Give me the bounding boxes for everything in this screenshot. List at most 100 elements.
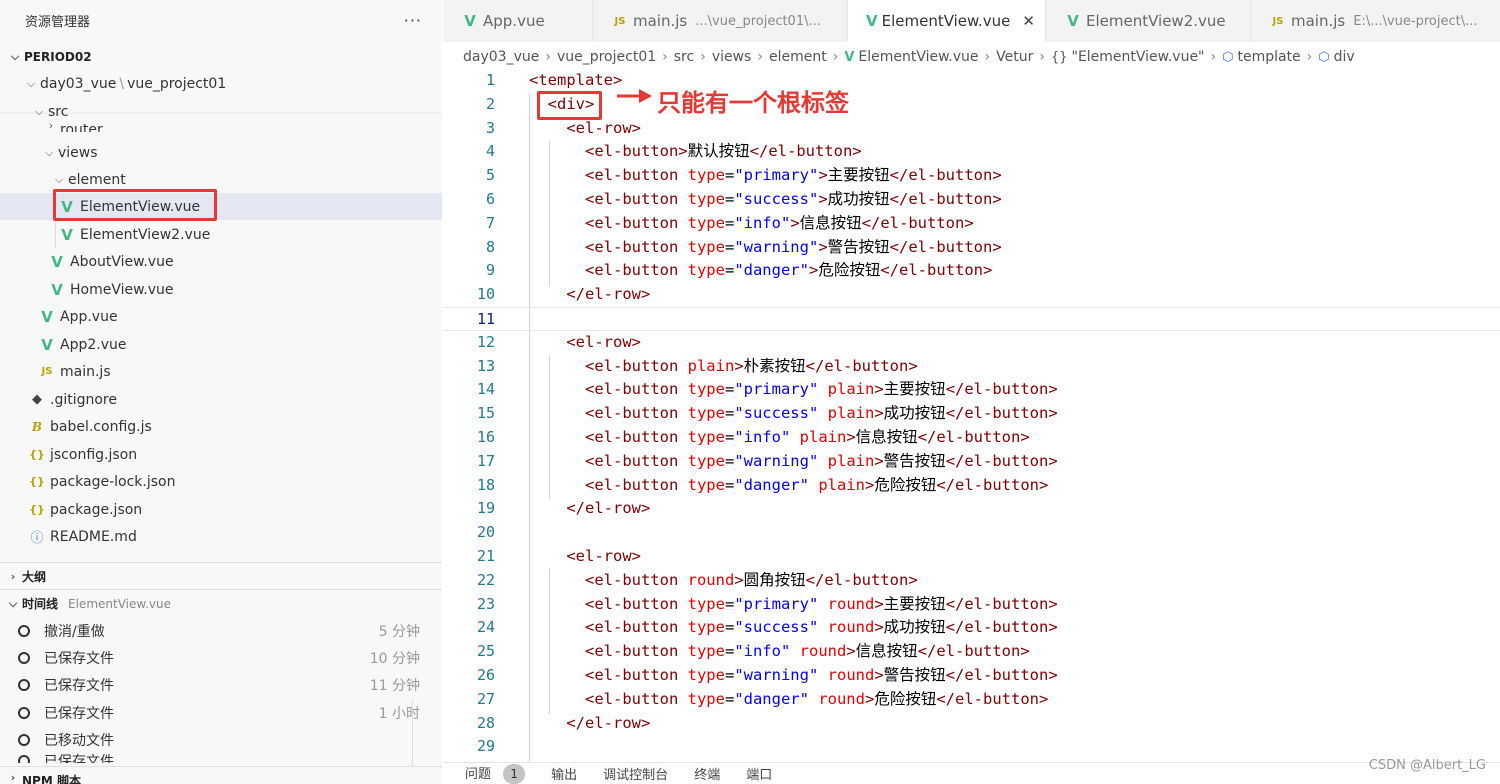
tab-elementview2-vue[interactable]: V ElementView2.vue: [1046, 0, 1251, 42]
more-actions-icon[interactable]: ···: [404, 11, 422, 30]
tree-file-elementview2[interactable]: V ElementView2.vue: [0, 221, 442, 248]
code-token: round: [799, 642, 847, 661]
breadcrumb-item[interactable]: src: [674, 49, 694, 65]
code-line[interactable]: 19 </el-row>: [443, 497, 1500, 521]
tree-file-package-lock[interactable]: {} package-lock.json: [0, 468, 442, 495]
code-line[interactable]: 1 <template>: [443, 69, 1500, 93]
code-token: </el-button>: [945, 618, 1058, 637]
code-token: "info": [734, 213, 791, 232]
tree-file-gitignore[interactable]: ◆ .gitignore: [0, 386, 442, 413]
timeline-file: ElementView.vue: [68, 596, 171, 611]
code-line[interactable]: 7 <el-button type="info">信息按钮</el-button…: [443, 212, 1500, 236]
timeline-entry[interactable]: 已保存文件: [0, 751, 442, 763]
breadcrumb-item[interactable]: template: [1237, 49, 1300, 65]
tab-debug-console[interactable]: 调试控制台: [603, 764, 668, 783]
timeline-entry[interactable]: 已移动文件: [0, 726, 442, 753]
code-token: </el-button>: [880, 261, 993, 280]
tab-terminal[interactable]: 终端: [694, 764, 720, 783]
code-token: type: [687, 475, 725, 494]
tree-file-babel-config[interactable]: B babel.config.js: [0, 413, 442, 440]
tab-label: App.vue: [483, 12, 545, 30]
timeline-section-header[interactable]: ⌵ 时间线 ElementView.vue: [0, 589, 442, 617]
chevron-down-icon: ⌵: [44, 145, 54, 159]
tree-file-app2[interactable]: V App2.vue: [0, 331, 442, 358]
tab-elementview-vue[interactable]: V ElementView.vue ✕: [848, 0, 1046, 42]
code-line[interactable]: 15 <el-button type="success" plain>成功按钮<…: [443, 402, 1500, 426]
code-line[interactable]: 11: [443, 306, 1500, 331]
code-line[interactable]: 21 <el-row>: [443, 545, 1500, 569]
workspace-root-label: PERIOD02: [24, 50, 92, 64]
code-line[interactable]: 26 <el-button type="warning" round>警告按钮<…: [443, 664, 1500, 688]
code-token: 信息按钮: [799, 213, 862, 232]
code-line[interactable]: 25 <el-button type="info" round>信息按钮</el…: [443, 640, 1500, 664]
tree-file-mainjs[interactable]: JS main.js: [0, 358, 442, 385]
code-line[interactable]: 9 <el-button type="danger">危险按钮</el-butt…: [443, 259, 1500, 283]
tree-folder-day03-vue[interactable]: ⌵ day03_vue \ vue_project01: [0, 70, 442, 97]
tree-folder-router[interactable]: › router: [0, 114, 442, 132]
tree-folder-views[interactable]: ⌵ views: [0, 139, 442, 166]
breadcrumb-item[interactable]: day03_vue: [463, 49, 539, 65]
timeline-entry[interactable]: 已保存文件 1 小时: [0, 699, 442, 726]
code-line[interactable]: 20: [443, 521, 1500, 545]
tree-file-jsconfig[interactable]: {} jsconfig.json: [0, 441, 442, 468]
chevron-right-icon: ›: [662, 49, 668, 65]
chevron-right-icon: ›: [700, 49, 706, 65]
breadcrumb-item[interactable]: div: [1334, 49, 1355, 65]
close-icon[interactable]: ✕: [1022, 12, 1035, 30]
code-line[interactable]: 18 <el-button type="danger" plain>危险按钮</…: [443, 474, 1500, 498]
code-line-text: <el-button type="danger" plain>危险按钮</el-…: [529, 474, 1048, 498]
timeline-entry[interactable]: 已保存文件 10 分钟: [0, 644, 442, 671]
code-token: type: [687, 665, 725, 684]
code-line[interactable]: 14 <el-button type="primary" plain>主要按钮<…: [443, 378, 1500, 402]
breadcrumb-item[interactable]: views: [712, 49, 752, 65]
outline-section-header[interactable]: › 大纲: [0, 562, 442, 590]
editor-area: V App.vue JS main.js ...\vue_project01\.…: [443, 0, 1500, 784]
code-line[interactable]: 12 <el-row>: [443, 331, 1500, 355]
code-line[interactable]: 4 <el-button>默认按钮</el-button>: [443, 140, 1500, 164]
code-line[interactable]: 5 <el-button type="primary">主要按钮</el-but…: [443, 164, 1500, 188]
tab-problems[interactable]: 问题 1: [465, 763, 526, 784]
tab-app-vue[interactable]: V App.vue: [443, 0, 593, 42]
npm-section-header[interactable]: › NPM 脚本: [0, 766, 442, 784]
tab-output[interactable]: 输出: [551, 764, 577, 783]
timeline-scrollbar[interactable]: [412, 700, 413, 770]
breadcrumb-item[interactable]: "ElementView.vue": [1072, 49, 1205, 65]
timeline-entry[interactable]: 撤消/重做 5 分钟: [0, 617, 442, 644]
code-token: type: [687, 213, 725, 232]
timeline-entry[interactable]: 已保存文件 11 分钟: [0, 671, 442, 698]
code-token: <el-button: [529, 451, 688, 470]
code-line[interactable]: 29: [443, 735, 1500, 759]
code-line[interactable]: 8 <el-button type="warning">警告按钮</el-but…: [443, 236, 1500, 260]
tree-file-aboutview[interactable]: V AboutView.vue: [0, 248, 442, 275]
code-line[interactable]: 13 <el-button plain>朴素按钮</el-button>: [443, 355, 1500, 379]
code-line[interactable]: 17 <el-button type="warning" plain>警告按钮<…: [443, 450, 1500, 474]
tab-ports[interactable]: 端口: [746, 764, 772, 783]
tree-file-readme[interactable]: ⓘ README.md: [0, 523, 442, 550]
json-file-icon: {}: [29, 448, 45, 461]
tree-file-homeview[interactable]: V HomeView.vue: [0, 276, 442, 303]
code-line[interactable]: 24 <el-button type="success" round>成功按钮<…: [443, 616, 1500, 640]
code-line[interactable]: 23 <el-button type="primary" round>主要按钮<…: [443, 593, 1500, 617]
code-line[interactable]: 3 <el-row>: [443, 117, 1500, 141]
tree-file-app[interactable]: V App.vue: [0, 303, 442, 330]
code-token: "info": [734, 642, 791, 661]
breadcrumb-item[interactable]: vue_project01: [557, 49, 656, 65]
code-line-text: <el-button type="info" plain>信息按钮</el-bu…: [529, 426, 1030, 450]
code-line[interactable]: 22 <el-button round>圆角按钮</el-button>: [443, 569, 1500, 593]
code-line[interactable]: 6 <el-button type="success">成功按钮</el-but…: [443, 188, 1500, 212]
tree-file-package-json[interactable]: {} package.json: [0, 496, 442, 523]
code-editor[interactable]: 1 <template> 2 <div> 3 <el-row> 4 <el-button…: [443, 69, 1500, 765]
tab-main-js[interactable]: JS main.js ...\vue_project01\...: [593, 0, 848, 42]
tab-main-js-2[interactable]: JS main.js E:\...\vue-project\...: [1251, 0, 1500, 42]
code-line[interactable]: 28 </el-row>: [443, 712, 1500, 736]
breadcrumb-item[interactable]: element: [769, 49, 827, 65]
code-line[interactable]: 27 <el-button type="danger" round>危险按钮</…: [443, 688, 1500, 712]
code-line[interactable]: 10 </el-row>: [443, 283, 1500, 307]
code-line[interactable]: 16 <el-button type="info" plain>信息按钮</el…: [443, 426, 1500, 450]
breadcrumb-item[interactable]: Vetur: [996, 49, 1033, 65]
breadcrumb-item[interactable]: ElementView.vue: [858, 49, 978, 65]
workspace-root[interactable]: ⌵ PERIOD02: [0, 43, 442, 71]
tab-label: main.js: [1291, 12, 1346, 30]
